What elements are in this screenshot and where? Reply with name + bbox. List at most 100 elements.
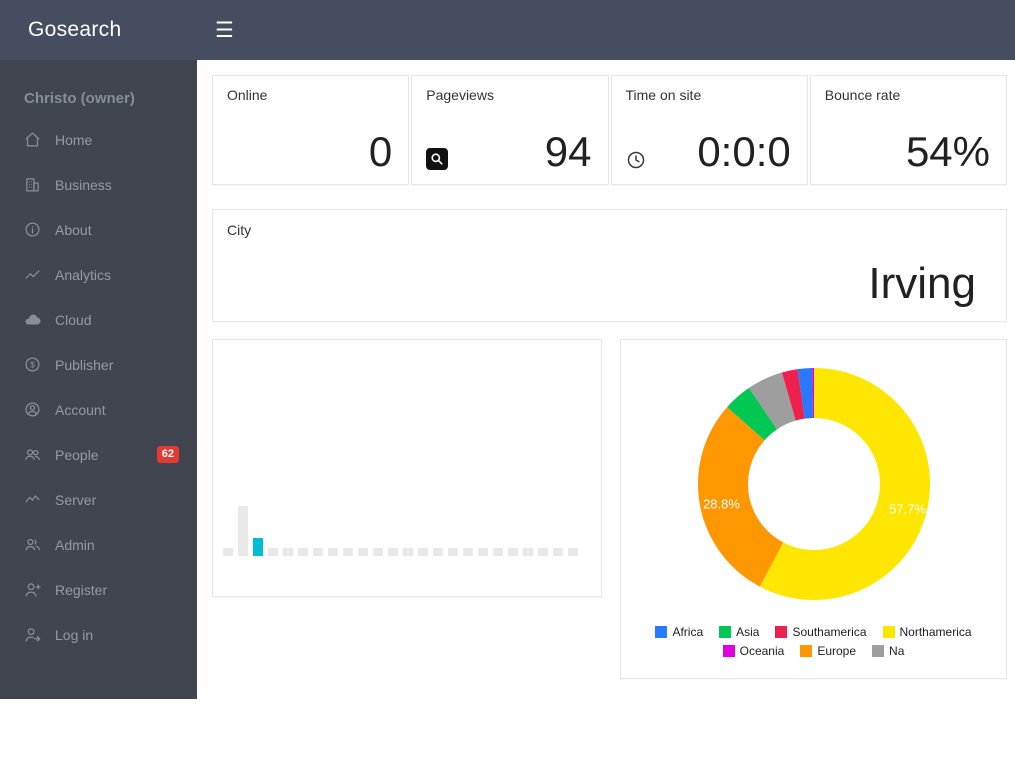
legend-item-asia: Asia xyxy=(719,625,759,639)
stat-value: 54% xyxy=(905,128,990,175)
sidebar-item-analytics[interactable]: Analytics xyxy=(0,252,197,297)
sidebar-item-label: About xyxy=(55,221,92,238)
city-card: City Irving xyxy=(212,209,1007,322)
bar xyxy=(268,548,278,556)
legend-item-northamerica: Northamerica xyxy=(882,625,972,639)
stat-card-pageviews: Pageviews 94 xyxy=(411,75,609,185)
sidebar-item-label: Business xyxy=(55,176,112,193)
login-person-icon xyxy=(25,628,41,642)
bar xyxy=(418,548,428,556)
bar-chart-card xyxy=(212,339,602,597)
bar xyxy=(283,548,293,556)
sidebar-item-people[interactable]: People 62 xyxy=(0,432,197,477)
cloud-icon xyxy=(25,314,41,325)
bar xyxy=(238,506,248,556)
building-icon xyxy=(26,178,39,192)
legend-row-2: Oceania Europe Na xyxy=(621,644,1006,658)
bar xyxy=(508,548,518,556)
legend-item-oceania: Oceania xyxy=(722,644,785,658)
people-count-badge: 62 xyxy=(156,446,179,463)
legend-label: Oceania xyxy=(739,644,785,658)
legend-label: Asia xyxy=(736,625,760,639)
bar xyxy=(538,548,548,556)
legend-label: Europe xyxy=(817,644,857,658)
sidebar-item-label: Log in xyxy=(55,626,94,643)
sidebar-item-register[interactable]: Register xyxy=(0,567,197,612)
bar xyxy=(388,548,398,556)
sidebar-item-server[interactable]: Server xyxy=(0,477,197,522)
sidebar-item-about[interactable]: About xyxy=(0,207,197,252)
svg-text:$: $ xyxy=(30,360,35,370)
bar xyxy=(493,548,503,556)
charts-row: 28.8% 57.7% Africa Asia Southamerica Northa… xyxy=(212,339,1007,679)
legend-swatch xyxy=(872,645,885,657)
person-add-icon xyxy=(25,583,41,597)
stat-label: Time on site xyxy=(625,87,702,103)
stat-label: Bounce rate xyxy=(824,87,901,103)
bar-chart xyxy=(223,506,578,556)
sidebar-item-home[interactable]: Home xyxy=(0,117,197,162)
sidebar-item-label: Account xyxy=(55,401,106,418)
account-icon xyxy=(25,402,40,417)
sidebar-item-admin[interactable]: Admin xyxy=(0,522,197,567)
admin-people-icon xyxy=(25,538,41,551)
sidebar-item-label: Admin xyxy=(55,536,95,553)
stats-row: Online 0 Pageviews 94 Time on site 0:0:0… xyxy=(212,75,1007,185)
city-label: City xyxy=(227,222,252,238)
donut-chart: 28.8% 57.7% xyxy=(684,354,944,614)
sidebar-item-label: Analytics xyxy=(55,266,112,283)
bar xyxy=(328,548,338,556)
bar xyxy=(223,548,233,556)
hamburger-menu-icon[interactable]: ☰ xyxy=(215,20,234,41)
donut-percent-europe: 28.8% xyxy=(703,496,740,512)
legend-swatch xyxy=(800,645,813,657)
bar xyxy=(253,538,263,556)
sidebar-item-publisher[interactable]: $ Publisher xyxy=(0,342,197,387)
bar xyxy=(448,548,458,556)
sidebar-menu: Home Business About Analytics Cloud $ Pu… xyxy=(0,117,197,657)
sidebar-item-login[interactable]: Log in xyxy=(0,612,197,657)
main-content: Online 0 Pageviews 94 Time on site 0:0:0… xyxy=(197,60,1015,694)
city-value: Irving xyxy=(868,259,976,308)
donut-legend: Africa Asia Southamerica Northamerica Ocean… xyxy=(621,620,1006,658)
legend-swatch xyxy=(722,645,735,657)
top-navbar: Gosearch ☰ xyxy=(0,0,1015,60)
legend-item-na: Na xyxy=(872,644,904,658)
owner-label: Christo (owner) xyxy=(24,90,135,107)
sidebar-item-label: Home xyxy=(55,131,93,148)
legend-item-europe: Europe xyxy=(800,644,856,658)
line-chart-icon xyxy=(25,270,40,279)
stat-label: Online xyxy=(227,87,268,103)
bar xyxy=(433,548,443,556)
stat-label: Pageviews xyxy=(426,87,494,103)
bar xyxy=(403,548,413,556)
bar xyxy=(478,548,488,556)
app-title: Gosearch xyxy=(28,18,122,41)
bar xyxy=(358,548,368,556)
sidebar: Christo (owner) Home Business About Anal… xyxy=(0,60,197,699)
legend-label: Southamerica xyxy=(792,625,867,639)
dollar-circle-icon: $ xyxy=(25,357,40,372)
bar xyxy=(313,548,323,556)
sidebar-item-account[interactable]: Account xyxy=(0,387,197,432)
bar xyxy=(553,548,563,556)
sidebar-item-business[interactable]: Business xyxy=(0,162,197,207)
stat-value: 94 xyxy=(544,128,592,175)
stat-card-online: Online 0 xyxy=(212,75,410,185)
legend-swatch xyxy=(719,626,732,638)
donut-percent-northamerica: 57.7% xyxy=(889,501,926,517)
stat-card-bounce-rate: Bounce rate 54% xyxy=(809,75,1007,185)
bar xyxy=(343,548,353,556)
legend-label: Africa xyxy=(672,625,704,639)
bar xyxy=(568,548,578,556)
stat-value: 0 xyxy=(368,128,393,175)
sidebar-item-label: Server xyxy=(55,491,97,508)
sidebar-item-cloud[interactable]: Cloud xyxy=(0,297,197,342)
legend-label: Na xyxy=(889,644,905,658)
legend-swatch xyxy=(882,626,895,638)
home-icon xyxy=(25,132,40,147)
search-icon xyxy=(426,148,449,170)
donut-chart-card: 28.8% 57.7% Africa Asia Southamerica Northa… xyxy=(620,339,1007,679)
legend-swatch xyxy=(775,626,788,638)
legend-item-africa: Africa xyxy=(655,625,703,639)
